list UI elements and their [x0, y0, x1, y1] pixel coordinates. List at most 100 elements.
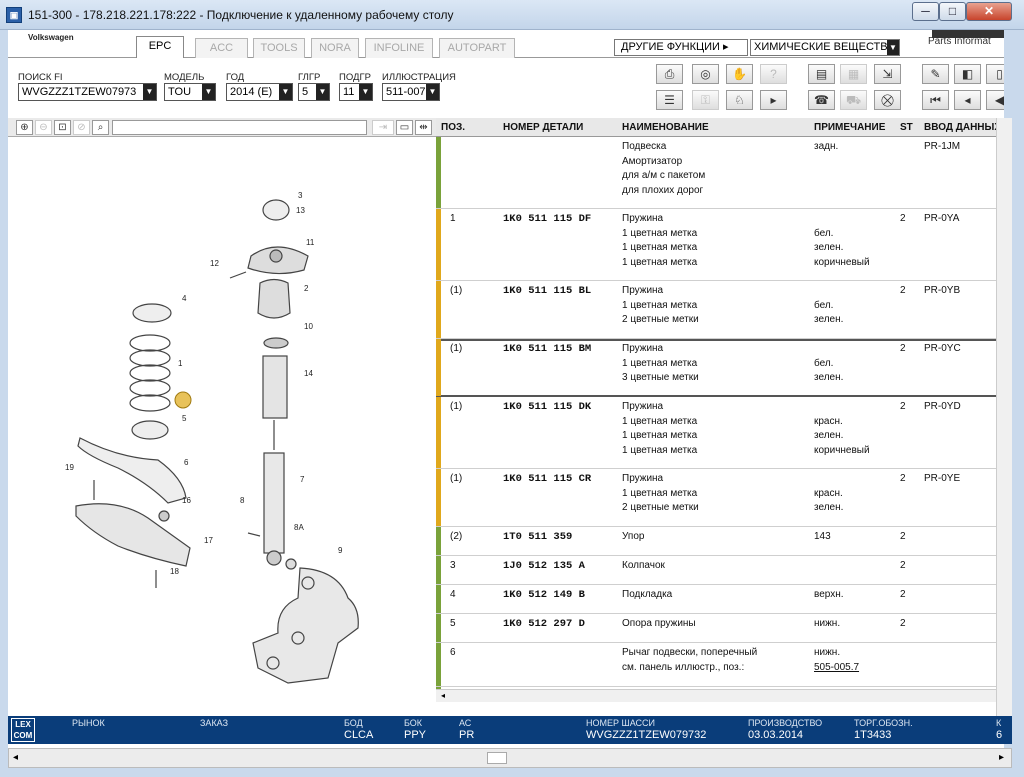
cd-icon[interactable]: ◎ [692, 64, 719, 84]
zoom-out-icon[interactable]: ⊖ [35, 120, 52, 135]
tab-infoline[interactable]: INFOLINE [365, 38, 433, 58]
callout-label[interactable]: 11 [306, 238, 315, 247]
maximize-button[interactable]: □ [939, 2, 966, 21]
column-header[interactable]: ПРИМЕЧАНИЕ [814, 122, 885, 133]
filter-field[interactable]: WVGZZZ1TZEW07973 ▼ [18, 83, 157, 101]
tab-epc[interactable]: EPC [136, 36, 184, 58]
table-row[interactable]: (2) 1T0 511 359 Упор 143 2 [436, 527, 1004, 556]
list-icon[interactable]: ☰ [656, 90, 683, 110]
pin-icon[interactable]: ✎ [922, 64, 949, 84]
search-icon[interactable]: ⌕ [92, 120, 109, 135]
chevron-down-icon[interactable]: ▼ [316, 84, 329, 100]
callout-label[interactable]: 8 [240, 496, 245, 505]
chevron-down-icon[interactable]: ▼ [279, 84, 292, 100]
phone-icon[interactable]: ☎ [808, 90, 835, 110]
callout-label[interactable]: 3 [298, 191, 303, 200]
scroll-left-icon[interactable]: ◂ [438, 691, 448, 701]
callout-label[interactable]: 7 [300, 475, 305, 484]
callout-label[interactable]: 10 [304, 322, 313, 331]
cell-note[interactable]: 505-005.7 [814, 661, 859, 676]
chevron-down-icon[interactable]: ▼ [426, 84, 439, 100]
tab-autopart[interactable]: AUTOPART [439, 38, 515, 58]
callout-label[interactable]: 9 [338, 546, 343, 555]
table-row[interactable]: (1) 1K0 511 115 DK Пружина 1 цветная метка 1… [436, 397, 1004, 469]
other-functions-menu[interactable]: ДРУГИЕ ФУНКЦИИ ▸ [614, 39, 748, 56]
scroll-right-icon[interactable]: ▸ [999, 752, 1004, 763]
print-icon[interactable]: ⎙ [656, 64, 683, 84]
filter-field[interactable]: TOU ▼ [164, 83, 216, 101]
column-header[interactable]: ПОЗ. [441, 122, 465, 133]
minimize-button[interactable]: ─ [912, 2, 939, 21]
table-hscrollbar[interactable]: ◂ [436, 689, 1004, 702]
chevron-down-icon[interactable]: ▼ [202, 84, 215, 100]
window-vscrollbar[interactable] [996, 118, 1012, 730]
export-icon[interactable]: ⇥ [372, 120, 394, 135]
car-icon[interactable]: ⛟ [840, 90, 867, 110]
layout-icon[interactable]: ▭ [396, 120, 413, 135]
table-row[interactable]: (1) 1K0 511 115 BL Пружина 1 цветная метка 2… [436, 281, 1004, 339]
doc-icon[interactable]: ▯ [986, 64, 1004, 84]
first-icon[interactable]: ⏮ [922, 90, 949, 110]
chevron-down-icon[interactable]: ▼ [359, 84, 372, 100]
bottom-scrollbar[interactable]: ◂ ▸ [8, 748, 1012, 768]
split-icon[interactable]: ⇹ [415, 120, 432, 135]
callout-label[interactable]: 19 [65, 463, 74, 472]
tab-acc[interactable]: ACC [195, 38, 248, 58]
back-icon[interactable]: ◂ [954, 90, 981, 110]
table-row[interactable]: (1) 1K0 511 115 BM Пружина 1 цветная метка 3… [436, 339, 1004, 397]
cart-icon[interactable]: ⛒ [874, 90, 901, 110]
table-row[interactable]: 3 1J0 512 135 A Колпачок 2 [436, 556, 1004, 585]
callout-label[interactable]: 16 [182, 496, 191, 505]
bike-icon[interactable]: ♘ [726, 90, 753, 110]
filter-field[interactable]: 2014 (E) ▼ [226, 83, 293, 101]
callout-label[interactable]: 1 [178, 359, 183, 368]
prev-icon[interactable]: ◀ [986, 90, 1004, 110]
tab-tools[interactable]: TOOLS [253, 38, 305, 58]
chevron-down-icon[interactable]: ▼ [887, 40, 899, 55]
column-header[interactable]: ST [900, 122, 913, 133]
table-row[interactable]: (1) 1K0 511 115 CR Пружина 1 цветная метка 2… [436, 469, 1004, 527]
table-row[interactable]: 6 Рычаг подвески, поперечный см. панель и… [436, 643, 1004, 687]
play-icon[interactable]: ▸ [760, 90, 787, 110]
zoom-in-icon[interactable]: ⊕ [16, 120, 33, 135]
chevron-down-icon[interactable]: ▼ [143, 84, 156, 100]
callout-label[interactable]: 17 [204, 536, 213, 545]
zoom-fit-icon[interactable]: ⊡ [54, 120, 71, 135]
filter-field[interactable]: 511-007 ▼ [382, 83, 440, 101]
scroll-left-icon[interactable]: ◂ [13, 752, 18, 763]
tab-nora[interactable]: NORA [311, 38, 359, 58]
callout-label[interactable]: 2 [304, 284, 309, 293]
prev-page-icon[interactable]: ◧ [954, 64, 981, 84]
column-header[interactable]: НОМЕР ДЕТАЛИ [503, 122, 583, 133]
column-header[interactable]: НАИМЕНОВАНИЕ [622, 122, 709, 133]
callout-label[interactable]: 6 [184, 458, 189, 467]
handshake-icon[interactable]: ✋ [726, 64, 753, 84]
key-icon[interactable]: ⚿ [692, 90, 719, 110]
parts-table[interactable]: Подвеска Амортизатор для а/м с пакетом для … [436, 137, 1004, 689]
erwin-icon[interactable]: ▦ [840, 64, 867, 84]
table-row[interactable]: Подвеска Амортизатор для а/м с пакетом для … [436, 137, 1004, 209]
chemicals-select[interactable]: ХИМИЧЕСКИЕ ВЕЩЕСТВ ▼ [750, 39, 900, 56]
close-button[interactable]: ✕ [966, 2, 1012, 21]
parts-move-icon[interactable]: ⇲ [874, 64, 901, 84]
callout-label[interactable]: 18 [170, 567, 179, 576]
filter-field[interactable]: 11 ▼ [339, 83, 373, 101]
illustration-panel[interactable]: 3 13 11 12 2 10 14 4 1 5 19 6 16 17 18 7 8 8A 9 [8, 138, 436, 723]
callout-label[interactable]: 5 [182, 414, 187, 423]
zoom-reset-icon[interactable]: ⊘ [73, 120, 90, 135]
callout-label[interactable]: 12 [210, 259, 219, 268]
callout-label[interactable]: 8A [294, 523, 304, 532]
table-row[interactable]: 4 1K0 512 149 B Подкладка верхн. 2 [436, 585, 1004, 614]
callout-label[interactable]: 4 [182, 294, 187, 303]
help-icon[interactable]: ? [760, 64, 787, 84]
column-header[interactable]: ВВОД ДАННЫХ [924, 122, 1001, 133]
table-row[interactable]: 1 1K0 511 115 DF Пружина 1 цветная метка 1 ц… [436, 209, 1004, 281]
callout-label[interactable]: 14 [304, 369, 313, 378]
filter-field[interactable]: 5 ▼ [298, 83, 330, 101]
row-status-bar [436, 585, 441, 613]
elsa-icon[interactable]: ▤ [808, 64, 835, 84]
scroll-thumb[interactable] [487, 752, 507, 764]
table-row[interactable]: 5 1K0 512 297 D Опора пружины нижн. 2 [436, 614, 1004, 643]
illustration-search-input[interactable] [112, 120, 367, 135]
callout-label[interactable]: 13 [296, 206, 305, 215]
